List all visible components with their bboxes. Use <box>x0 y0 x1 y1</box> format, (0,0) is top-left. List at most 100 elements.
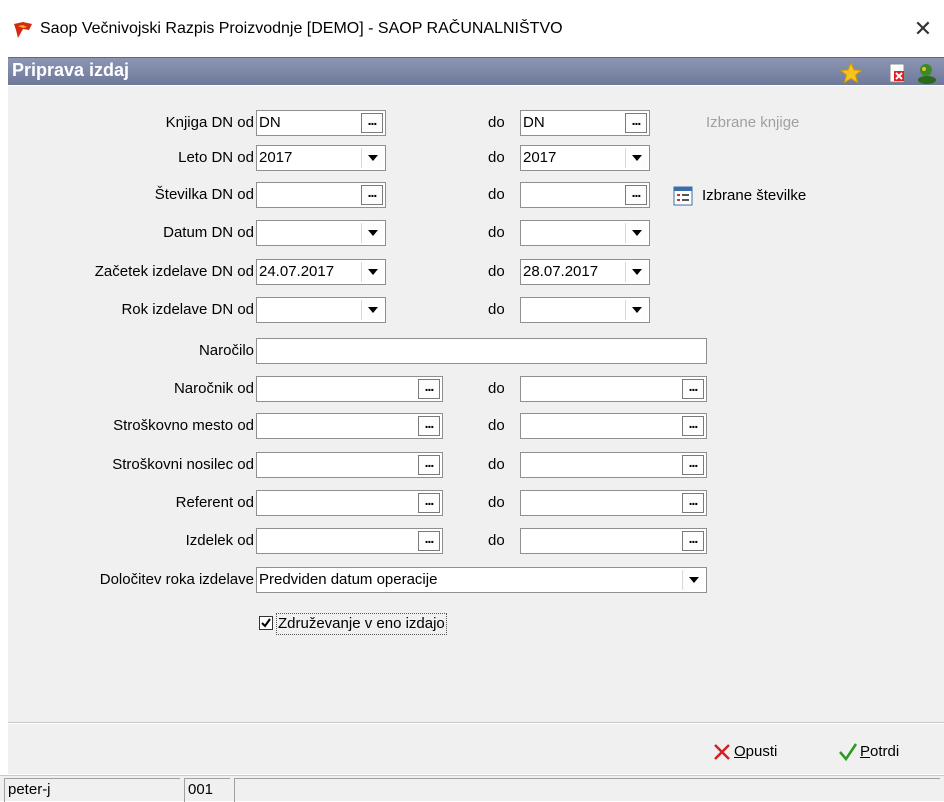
leto-from-dropdown-button[interactable] <box>361 148 383 168</box>
app-logo-icon <box>14 22 32 38</box>
stroskovno-mesto-to-field[interactable]: ... <box>520 413 707 439</box>
izdelek-label: Izdelek od <box>185 532 254 549</box>
do-label: do <box>488 263 505 280</box>
stevilka-to-lookup-button[interactable]: ... <box>625 185 647 205</box>
knjiga-to-field[interactable]: DN ... <box>520 110 650 136</box>
dolocitev-label: Določitev roka izdelave <box>99 571 254 588</box>
stroskovni-nosilec-to-lookup-button[interactable]: ... <box>682 455 704 475</box>
narocnik-to-field[interactable]: ... <box>520 376 707 402</box>
knjiga-from-field[interactable]: DN ... <box>256 110 386 136</box>
chevron-down-icon <box>368 307 378 313</box>
narocnik-from-field[interactable]: ... <box>256 376 443 402</box>
stroskovni-nosilec-from-field[interactable]: ... <box>256 452 443 478</box>
stevilka-label: Številka DN od <box>154 186 254 203</box>
stroskovno-mesto-from-lookup-button[interactable]: ... <box>418 416 440 436</box>
knjiga-from-lookup-button[interactable]: ... <box>361 113 383 133</box>
datum-from-select[interactable] <box>256 220 386 246</box>
narocnik-from-lookup-button[interactable]: ... <box>418 379 440 399</box>
zdruzevanje-checkbox[interactable] <box>259 616 273 630</box>
checkmark-icon <box>261 618 271 628</box>
narocnik-label: Naročnik od <box>173 380 254 397</box>
rok-to-select[interactable] <box>520 297 650 323</box>
do-label: do <box>488 224 505 241</box>
close-doc-icon[interactable] <box>886 62 908 84</box>
rok-to-dropdown-button[interactable] <box>625 300 647 320</box>
chevron-down-icon <box>368 269 378 275</box>
close-window-button[interactable]: ✕ <box>908 14 938 44</box>
izdelek-to-field[interactable]: ... <box>520 528 707 554</box>
referent-from-field[interactable]: ... <box>256 490 443 516</box>
confirm-check-icon <box>839 743 858 762</box>
chevron-down-icon <box>632 269 642 275</box>
window-title: Saop Večnivojski Razpis Proizvodnje [DEM… <box>40 20 563 37</box>
chevron-down-icon <box>368 230 378 236</box>
referent-to-lookup-button[interactable]: ... <box>682 493 704 513</box>
chevron-down-icon <box>689 577 699 583</box>
zacetek-from-select[interactable]: 24.07.2017 <box>256 259 386 285</box>
potrdi-label: Potrdi <box>860 743 900 760</box>
window-titlebar: Saop Večnivojski Razpis Proizvodnje [DEM… <box>0 0 944 56</box>
star-icon[interactable] <box>840 62 862 84</box>
leto-label: Leto DN od <box>178 149 254 166</box>
izdelek-from-field[interactable]: ... <box>256 528 443 554</box>
list-icon <box>673 186 693 206</box>
rok-label: Rok izdelave DN od <box>121 301 254 318</box>
status-bar: peter-j 001 <box>0 775 944 802</box>
referent-from-lookup-button[interactable]: ... <box>418 493 440 513</box>
izbrane-knjige-link[interactable]: Izbrane knjige <box>706 110 799 136</box>
status-code: 001 <box>184 778 230 802</box>
do-label: do <box>488 380 505 397</box>
rok-from-dropdown-button[interactable] <box>361 300 383 320</box>
status-message <box>234 778 940 802</box>
form-title: Priprava izdaj <box>12 60 130 80</box>
zacetek-from-dropdown-button[interactable] <box>361 262 383 282</box>
do-label: do <box>488 494 505 511</box>
do-label: do <box>488 532 505 549</box>
narocilo-field[interactable] <box>256 338 707 364</box>
stroskovni-nosilec-to-field[interactable]: ... <box>520 452 707 478</box>
referent-label: Referent od <box>175 494 254 511</box>
dolocitev-dropdown-button[interactable] <box>682 570 704 590</box>
do-label: do <box>488 149 505 166</box>
zacetek-to-dropdown-button[interactable] <box>625 262 647 282</box>
stroskovno-mesto-to-lookup-button[interactable]: ... <box>682 416 704 436</box>
do-label: do <box>488 417 505 434</box>
leto-to-dropdown-button[interactable] <box>625 148 647 168</box>
knjiga-to-lookup-button[interactable]: ... <box>625 113 647 133</box>
do-label: do <box>488 301 505 318</box>
datum-from-dropdown-button[interactable] <box>361 223 383 243</box>
leto-from-select[interactable]: 2017 <box>256 145 386 171</box>
stroskovni-nosilec-label: Stroškovni nosilec od <box>112 456 254 473</box>
stroskovno-mesto-from-field[interactable]: ... <box>256 413 443 439</box>
rok-from-select[interactable] <box>256 297 386 323</box>
chevron-down-icon <box>632 307 642 313</box>
do-label: do <box>488 114 505 131</box>
izbrane-stevilke-label: Izbrane številke <box>702 187 807 204</box>
user-icon[interactable] <box>916 62 938 84</box>
zacetek-to-select[interactable]: 28.07.2017 <box>520 259 650 285</box>
stevilka-from-field[interactable]: ... <box>256 182 386 208</box>
chevron-down-icon <box>632 230 642 236</box>
do-label: do <box>488 186 505 203</box>
zdruzevanje-label[interactable]: Združevanje v eno izdajo <box>276 613 447 635</box>
izdelek-from-lookup-button[interactable]: ... <box>418 531 440 551</box>
opusti-label: Opusti <box>734 743 778 760</box>
narocilo-label: Naročilo <box>198 342 254 359</box>
datum-label: Datum DN od <box>163 224 254 241</box>
datum-to-dropdown-button[interactable] <box>625 223 647 243</box>
izdelek-to-lookup-button[interactable]: ... <box>682 531 704 551</box>
stevilka-to-field[interactable]: ... <box>520 182 650 208</box>
leto-to-select[interactable]: 2017 <box>520 145 650 171</box>
do-label: do <box>488 456 505 473</box>
narocnik-to-lookup-button[interactable]: ... <box>682 379 704 399</box>
footer: Opusti Potrdi <box>8 724 944 774</box>
referent-to-field[interactable]: ... <box>520 490 707 516</box>
chevron-down-icon <box>368 155 378 161</box>
stroskovni-nosilec-from-lookup-button[interactable]: ... <box>418 455 440 475</box>
knjiga-label: Knjiga DN od <box>165 114 254 131</box>
status-user: peter-j <box>4 778 180 802</box>
stroskovno-mesto-label: Stroškovno mesto od <box>113 417 254 434</box>
dolocitev-select[interactable]: Predviden datum operacije <box>256 567 707 593</box>
stevilka-from-lookup-button[interactable]: ... <box>361 185 383 205</box>
datum-to-select[interactable] <box>520 220 650 246</box>
